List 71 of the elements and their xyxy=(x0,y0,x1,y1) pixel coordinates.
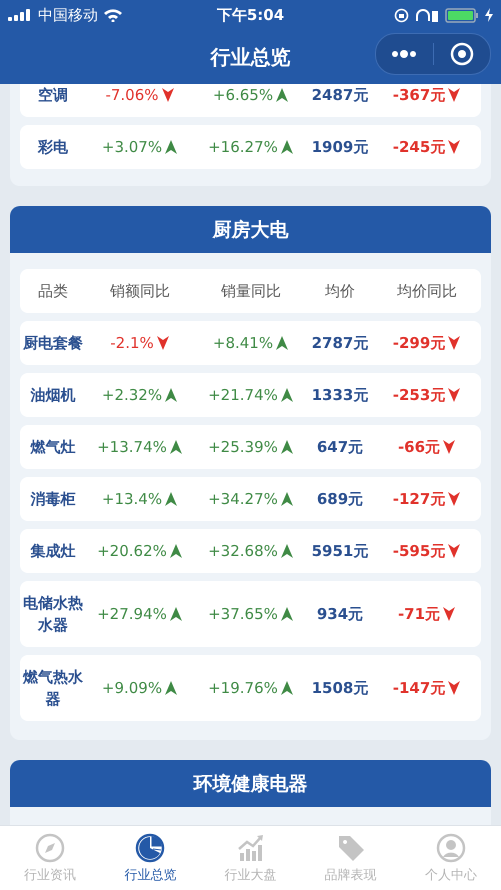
change-value: -7.06% xyxy=(105,85,159,106)
change-value: +6.65% xyxy=(212,85,274,106)
change-value: +20.62% xyxy=(97,541,167,562)
change-value: -595元 xyxy=(392,541,446,562)
change-value: +32.68% xyxy=(208,541,278,562)
average-price: 689元 xyxy=(316,490,364,508)
change-value: +27.94% xyxy=(97,604,167,625)
average-price: 1909元 xyxy=(310,138,370,156)
change-value: -66元 xyxy=(398,437,440,458)
change-value: -2.1% xyxy=(110,333,154,354)
tab-item[interactable]: 行业资讯 xyxy=(0,826,100,890)
tab-item[interactable]: 品牌表现 xyxy=(300,826,401,890)
more-icon[interactable] xyxy=(391,50,418,58)
pie-chart-icon xyxy=(135,832,166,862)
category-name: 燃气热水器 xyxy=(22,667,84,710)
change-value: +21.74% xyxy=(208,385,278,406)
category-name: 厨电套餐 xyxy=(22,333,84,354)
person-icon xyxy=(436,832,466,862)
change-value: +2.32% xyxy=(102,385,162,406)
category-name: 集成灶 xyxy=(30,541,76,562)
clock-time: 下午5:04 xyxy=(216,6,284,24)
tab-item[interactable]: 行业总览 xyxy=(100,826,200,890)
column-header: 均价 xyxy=(324,281,356,302)
change-value: -245元 xyxy=(392,137,446,158)
column-header: 均价同比 xyxy=(396,281,458,302)
column-header: 销额同比 xyxy=(109,281,171,302)
average-price: 934元 xyxy=(316,604,364,624)
change-value: +19.76% xyxy=(208,678,278,699)
wifi-icon xyxy=(104,8,122,22)
category-name: 彩电 xyxy=(36,137,69,158)
section-title: 厨房大电 xyxy=(10,206,491,253)
signal-icon xyxy=(8,9,32,21)
rotation-lock-icon xyxy=(394,8,409,22)
tab-item[interactable]: 个人中心 xyxy=(400,826,501,890)
average-price: 1333元 xyxy=(310,386,370,404)
change-value: -127元 xyxy=(392,489,446,510)
change-value: -147元 xyxy=(392,678,446,699)
column-header: 销量同比 xyxy=(220,281,282,302)
change-value: +13.4% xyxy=(102,489,162,510)
change-value: -71元 xyxy=(398,604,440,625)
section-title: 环境健康电器 xyxy=(10,760,491,807)
change-value: -299元 xyxy=(392,333,446,354)
category-name: 燃气灶 xyxy=(29,437,76,458)
headphones-icon xyxy=(415,8,439,22)
battery-icon xyxy=(445,8,479,22)
compass-icon xyxy=(35,832,66,862)
change-value: +37.65% xyxy=(208,604,278,625)
category-name: 电储水热水器 xyxy=(22,593,84,636)
page-title: 行业总览 xyxy=(210,44,290,70)
change-value: +3.07% xyxy=(102,137,162,158)
change-value: +13.74% xyxy=(97,437,167,458)
column-header: 品类 xyxy=(37,281,69,302)
change-value: +25.39% xyxy=(208,437,278,458)
average-price: 1508元 xyxy=(310,678,370,698)
change-value: +8.41% xyxy=(212,333,274,354)
tab-item[interactable]: 行业大盘 xyxy=(200,826,301,890)
charging-icon xyxy=(485,8,493,22)
average-price: 2787元 xyxy=(310,334,370,352)
category-name: 油烟机 xyxy=(30,385,76,406)
average-price: 647元 xyxy=(316,438,364,456)
change-value: +9.09% xyxy=(102,678,162,699)
change-value: -367元 xyxy=(392,85,446,106)
average-price: 2487元 xyxy=(310,86,370,104)
change-value: +34.27% xyxy=(208,489,278,510)
bar-chart-icon xyxy=(236,832,266,862)
change-value: +16.27% xyxy=(208,137,278,158)
average-price: 5951元 xyxy=(310,542,370,560)
carrier-name: 中国移动 xyxy=(38,6,98,24)
change-value: -253元 xyxy=(392,385,446,406)
category-name: 空调 xyxy=(37,85,69,106)
category-name: 消毒柜 xyxy=(30,489,76,510)
